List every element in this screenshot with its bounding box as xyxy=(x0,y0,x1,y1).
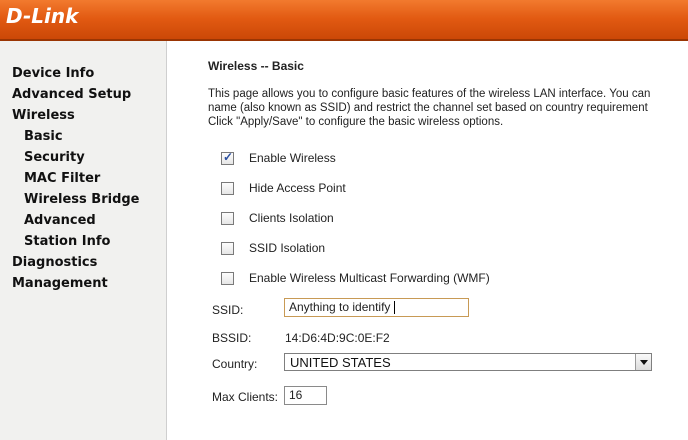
sidebar-menu: Device Info Advanced Setup Wireless Basi… xyxy=(12,63,140,294)
hide-access-point-checkbox[interactable] xyxy=(221,182,234,195)
country-select[interactable]: UNITED STATES xyxy=(284,353,652,371)
main-content: Wireless -- Basic This page allows you t… xyxy=(167,41,688,440)
description-line: name (also known as SSID) and restrict t… xyxy=(208,102,648,114)
sidebar-item-security[interactable]: Security xyxy=(12,147,140,168)
enable-wireless-checkbox[interactable]: ✓ xyxy=(221,150,234,165)
sidebar-item-basic[interactable]: Basic xyxy=(12,126,140,147)
ssid-isolation-label: SSID Isolation xyxy=(249,241,326,255)
country-label: Country: xyxy=(212,357,258,371)
country-value: UNITED STATES xyxy=(290,355,391,370)
sidebar-item-mac-filter[interactable]: MAC Filter xyxy=(12,168,140,189)
bssid-value: 14:D6:4D:9C:0E:F2 xyxy=(285,331,390,345)
dlink-logo: D-Link xyxy=(6,4,79,28)
max-clients-input[interactable]: 16 xyxy=(284,386,327,405)
hide-access-point-label: Hide Access Point xyxy=(249,181,346,195)
header-banner: D-Link xyxy=(0,0,688,41)
page-title: Wireless -- Basic xyxy=(208,59,304,73)
sidebar-item-diagnostics[interactable]: Diagnostics xyxy=(12,252,140,273)
sidebar-item-station-info[interactable]: Station Info xyxy=(12,231,140,252)
description-line: Click "Apply/Save" to configure the basi… xyxy=(208,116,504,128)
clients-isolation-checkbox[interactable] xyxy=(221,212,234,225)
ssid-isolation-checkbox[interactable] xyxy=(221,242,234,255)
ssid-label: SSID: xyxy=(212,303,244,317)
description-line: This page allows you to configure basic … xyxy=(208,88,651,100)
checkmark-icon: ✓ xyxy=(223,150,234,164)
wmf-label: Enable Wireless Multicast Forwarding (WM… xyxy=(249,271,490,285)
sidebar-item-wireless-bridge[interactable]: Wireless Bridge xyxy=(12,189,140,210)
wmf-checkbox[interactable] xyxy=(221,272,234,285)
sidebar-item-advanced-setup[interactable]: Advanced Setup xyxy=(12,84,140,105)
sidebar-item-management[interactable]: Management xyxy=(12,273,140,294)
ssid-input[interactable]: Anything to identify xyxy=(284,298,469,317)
page-description: This page allows you to configure basic … xyxy=(208,87,688,129)
sidebar-item-wireless[interactable]: Wireless xyxy=(12,105,140,126)
bssid-label: BSSID: xyxy=(212,331,252,345)
text-caret xyxy=(394,301,396,315)
enable-wireless-label: Enable Wireless xyxy=(249,151,336,165)
max-clients-label: Max Clients: xyxy=(212,390,279,404)
chevron-down-icon[interactable] xyxy=(635,354,651,370)
sidebar: Device Info Advanced Setup Wireless Basi… xyxy=(0,41,167,440)
sidebar-item-device-info[interactable]: Device Info xyxy=(12,63,140,84)
ssid-value: Anything to identify xyxy=(289,300,391,314)
sidebar-item-advanced[interactable]: Advanced xyxy=(12,210,140,231)
clients-isolation-label: Clients Isolation xyxy=(249,211,334,225)
